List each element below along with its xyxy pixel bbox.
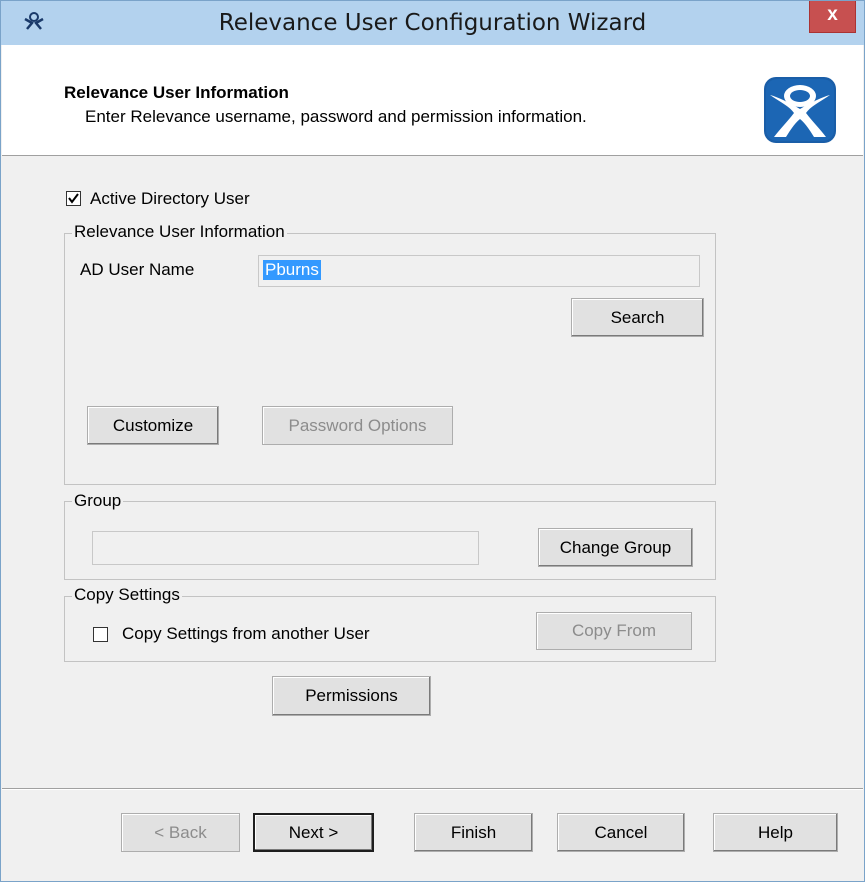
copy-from-button[interactable]: Copy From bbox=[536, 612, 692, 650]
header-subtitle: Enter Relevance username, password and p… bbox=[85, 107, 587, 126]
finish-button[interactable]: Finish bbox=[414, 813, 533, 852]
active-directory-checkbox[interactable] bbox=[66, 191, 81, 206]
ad-user-name-label: AD User Name bbox=[80, 260, 195, 279]
back-button[interactable]: < Back bbox=[121, 813, 240, 852]
footer-separator-highlight bbox=[2, 789, 863, 790]
close-icon: x bbox=[827, 4, 838, 25]
user-info-legend: Relevance User Information bbox=[72, 222, 287, 242]
window-title: Relevance User Configuration Wizard bbox=[218, 10, 647, 36]
permissions-button[interactable]: Permissions bbox=[272, 676, 431, 716]
search-button[interactable]: Search bbox=[571, 298, 704, 337]
ad-user-name-value: Pburns bbox=[263, 260, 321, 280]
copy-settings-label[interactable]: Copy Settings from another User bbox=[122, 624, 370, 644]
copy-settings-checkbox[interactable] bbox=[93, 627, 108, 642]
close-button[interactable]: x bbox=[809, 1, 856, 33]
group-legend: Group bbox=[72, 491, 124, 511]
group-field[interactable] bbox=[92, 531, 479, 565]
cancel-button[interactable]: Cancel bbox=[557, 813, 685, 852]
change-group-button[interactable]: Change Group bbox=[538, 528, 693, 567]
customize-button[interactable]: Customize bbox=[87, 406, 219, 445]
active-directory-label[interactable]: Active Directory User bbox=[90, 189, 250, 209]
help-button[interactable]: Help bbox=[713, 813, 838, 852]
thinmanager-logo-icon bbox=[764, 77, 836, 143]
title-bar[interactable]: Relevance User Configuration Wizard x bbox=[1, 1, 864, 45]
wizard-header: Relevance User Information Enter Relevan… bbox=[2, 45, 863, 156]
next-button[interactable]: Next > bbox=[253, 813, 374, 852]
copy-settings-legend: Copy Settings bbox=[72, 585, 182, 605]
header-title: Relevance User Information bbox=[64, 83, 289, 102]
password-options-button[interactable]: Password Options bbox=[262, 406, 453, 445]
wizard-window: Relevance User Configuration Wizard x Re… bbox=[0, 0, 865, 882]
ad-user-name-field[interactable]: Pburns bbox=[258, 255, 700, 287]
checkmark-icon bbox=[68, 193, 79, 204]
